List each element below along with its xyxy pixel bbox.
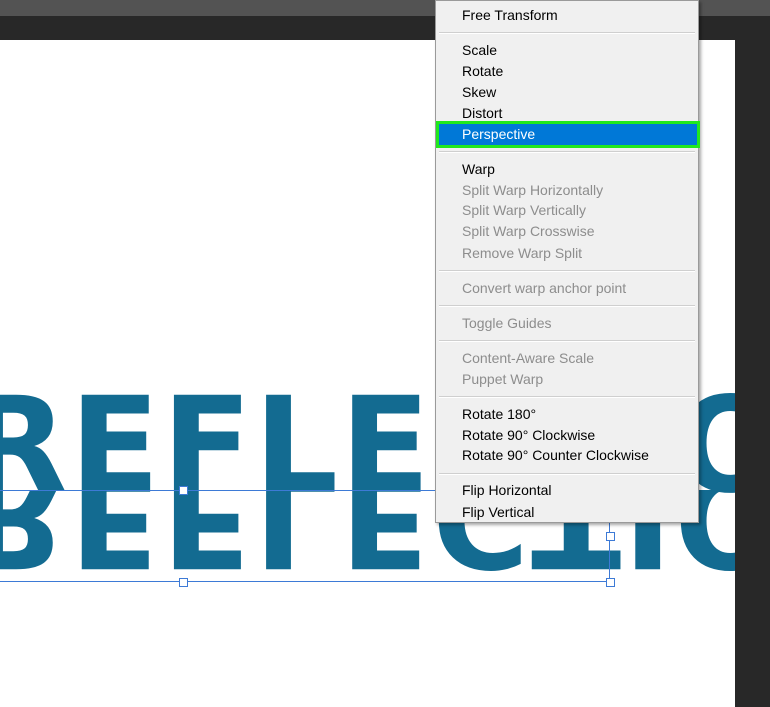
transform-handle-top-middle[interactable] [179,486,188,495]
menu-item-distort[interactable]: Distort [436,103,698,124]
menu-separator [439,473,695,475]
menu-item-rotate[interactable]: Rotate [436,61,698,82]
menu-item-scale[interactable]: Scale [436,40,698,61]
menu-item-flip-vertical[interactable]: Flip Vertical [436,502,698,523]
menu-item-split-warp-crosswise: Split Warp Crosswise [462,223,595,239]
menu-item-remove-warp-split: Remove Warp Split [462,245,583,261]
menu-item-rotate-90-counter-clockwise[interactable]: Rotate 90° Counter Clockwise [436,445,698,466]
menu-item-toggle-guides: Toggle Guides [462,315,552,331]
menu-item-split-warp-horizontally: Split Warp Horizontally [462,182,604,198]
menu-item-rotate-90-clockwise[interactable]: Rotate 90° Clockwise [436,425,698,446]
menu-separator [439,305,695,307]
menu-item-warp[interactable]: Warp [436,159,698,180]
menu-separator [439,270,695,272]
transform-handle-bottom-right[interactable] [606,578,615,587]
menu-separator [439,340,695,342]
menu-item-perspective[interactable]: Perspective [439,124,697,145]
menu-separator [439,396,695,398]
transform-context-menu: Free Transform Scale Rotate Skew Distort… [435,0,699,523]
menu-separator [439,151,695,153]
menu-item-convert-warp-anchor-point: Convert warp anchor point [462,280,627,296]
menu-item-content-aware-scale: Content-Aware Scale [462,350,595,366]
menu-item-free-transform[interactable]: Free Transform [436,5,698,26]
menu-item-rotate-180[interactable]: Rotate 180° [436,404,698,425]
menu-separator [439,32,695,34]
menu-item-flip-horizontal[interactable]: Flip Horizontal [436,480,698,501]
menu-item-puppet-warp: Puppet Warp [462,371,544,387]
transform-handle-bottom-middle[interactable] [179,578,188,587]
menu-item-skew[interactable]: Skew [436,82,698,103]
transform-handle-middle-right[interactable] [606,532,615,541]
menu-item-split-warp-vertically: Split Warp Vertically [462,202,586,218]
